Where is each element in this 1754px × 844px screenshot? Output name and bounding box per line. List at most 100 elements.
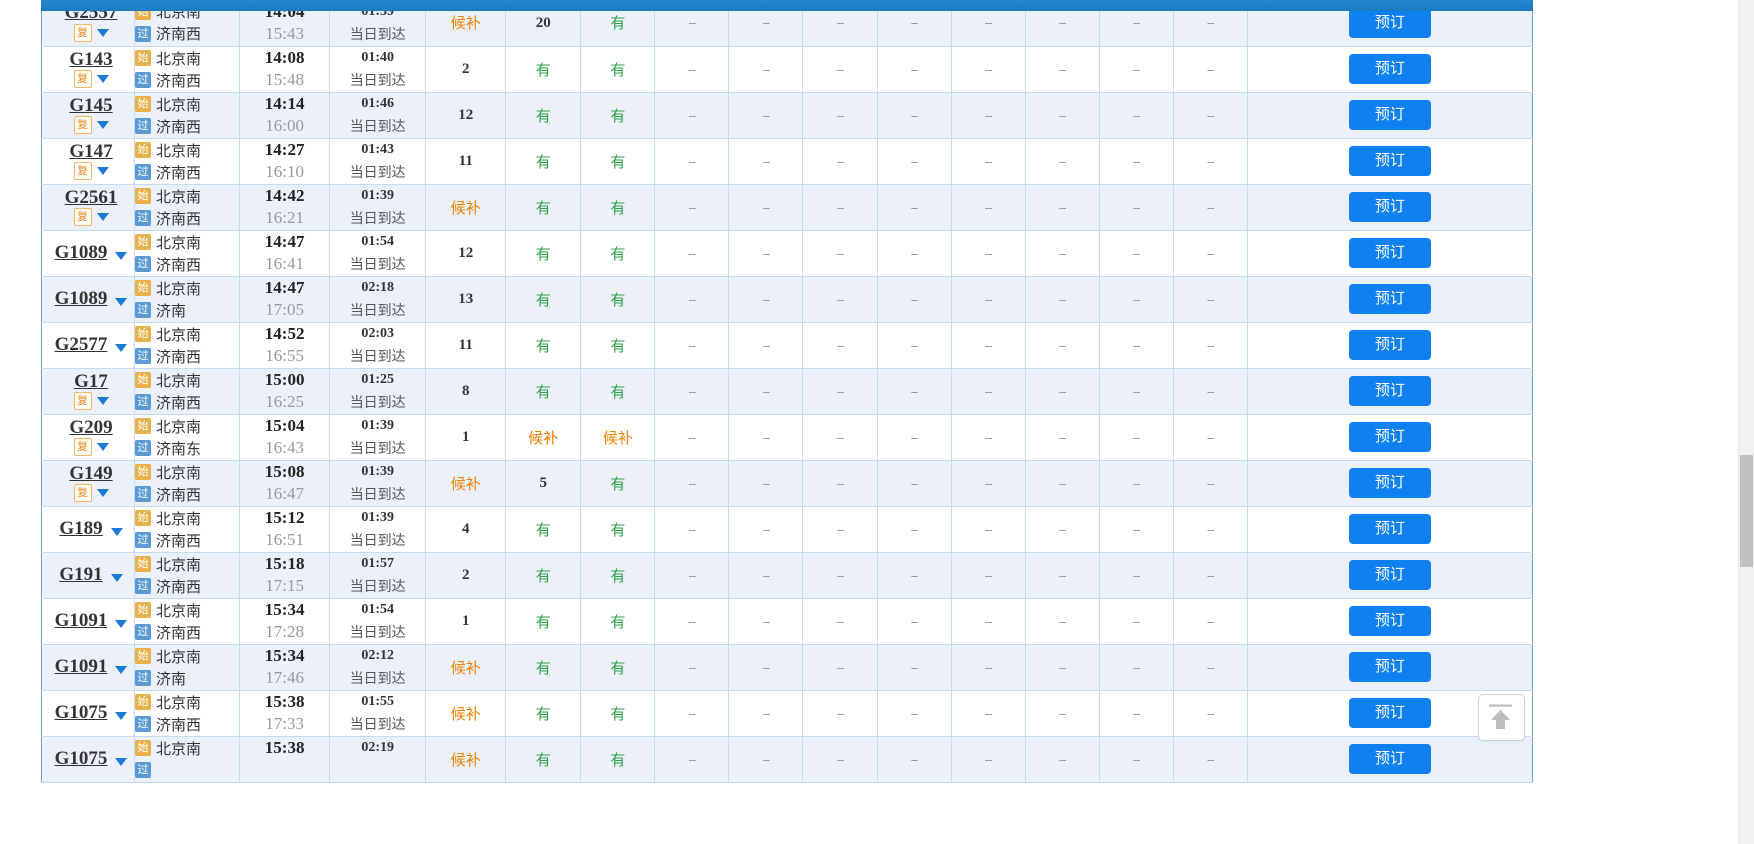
chevron-down-icon[interactable] (115, 758, 128, 766)
arrival-time (240, 759, 329, 781)
chevron-down-icon[interactable] (96, 121, 109, 130)
train-number-link[interactable]: G1089 (55, 243, 108, 263)
train-number-link[interactable]: G1091 (55, 657, 108, 677)
seat-availability-cell: 有 (505, 184, 582, 231)
train-number-link[interactable]: G1075 (55, 703, 108, 723)
seat-availability-value: 候补 (528, 429, 559, 447)
seat-availability-cell: -- (728, 736, 804, 783)
chevron-down-icon[interactable] (96, 75, 109, 84)
round-trip-badge: 复 (73, 484, 92, 503)
book-button[interactable]: 预订 (1348, 514, 1431, 544)
chevron-down-icon[interactable] (96, 29, 109, 38)
book-button[interactable]: 预订 (1348, 284, 1431, 314)
book-button[interactable]: 预订 (1348, 422, 1431, 452)
arrival-day-note (330, 759, 425, 781)
seat-availability-cell: 5 (505, 460, 582, 507)
train-number-link[interactable]: G2561 (65, 187, 118, 208)
duration-cell: 01:39 当日到达 (329, 460, 427, 507)
seat-availability-value: 有 (610, 475, 626, 493)
seat-availability-value: -- (836, 61, 845, 77)
page-scrollbar-track[interactable] (1738, 0, 1754, 844)
chevron-down-icon[interactable] (110, 574, 123, 582)
seat-availability-value: -- (984, 567, 993, 583)
train-number-link[interactable]: G1089 (55, 289, 108, 309)
chevron-down-icon[interactable] (96, 213, 109, 222)
chevron-down-icon[interactable] (115, 344, 128, 352)
seat-availability-value: 有 (535, 291, 551, 309)
train-number-link[interactable]: G17 (74, 371, 108, 392)
book-button[interactable]: 预订 (1348, 376, 1431, 406)
duration-cell: 02:18 当日到达 (329, 276, 427, 323)
chevron-down-icon[interactable] (115, 252, 128, 260)
passing-station-badge-icon: 过 (135, 256, 152, 272)
seat-availability-cell: -- (728, 690, 804, 737)
train-number-cell: G17 复 (41, 368, 136, 415)
seat-availability-cell: -- (728, 506, 804, 553)
seat-availability-value: 8 (461, 383, 470, 399)
book-button[interactable]: 预订 (1348, 100, 1431, 130)
train-number-link[interactable]: G145 (69, 95, 112, 116)
train-number-link[interactable]: G1075 (55, 749, 108, 769)
train-number-link[interactable]: G143 (69, 49, 112, 70)
chevron-down-icon[interactable] (115, 666, 128, 674)
train-number-link[interactable]: G147 (69, 141, 112, 162)
chevron-down-icon[interactable] (96, 167, 109, 176)
seat-availability-value: 有 (610, 107, 626, 125)
train-number-box: G1089 (42, 289, 134, 309)
seat-availability-value: -- (910, 337, 919, 353)
seat-availability-value: 候补 (450, 705, 481, 723)
book-button[interactable]: 预订 (1348, 698, 1431, 728)
chevron-down-icon[interactable] (96, 489, 109, 498)
chevron-down-icon[interactable] (115, 298, 128, 306)
seat-availability-cell: -- (951, 230, 1026, 277)
train-number-link[interactable]: G209 (69, 417, 112, 438)
chevron-down-icon[interactable] (96, 397, 109, 406)
seat-availability-cell: 候补 (580, 414, 656, 461)
train-number-link[interactable]: G2577 (55, 335, 108, 355)
book-button[interactable]: 预订 (1348, 192, 1431, 222)
book-button[interactable]: 预订 (1348, 330, 1431, 360)
book-button[interactable]: 预订 (1348, 744, 1431, 774)
seat-availability-value: -- (688, 337, 697, 353)
round-trip-badge: 复 (73, 116, 92, 135)
seat-availability-cell: -- (1099, 506, 1174, 553)
book-button[interactable]: 预订 (1348, 468, 1431, 498)
train-number-box: G209 复 (42, 417, 134, 457)
page-scrollbar-thumb[interactable] (1740, 455, 1753, 567)
book-button[interactable]: 预订 (1348, 54, 1431, 84)
times-cell: 14:08 15:48 (239, 46, 331, 93)
seat-availability-value: 有 (535, 61, 551, 79)
arrival-station-line: 过济南西 (135, 713, 239, 735)
seat-availability-value: -- (984, 751, 993, 767)
seat-availability-cell: 有 (505, 276, 582, 323)
back-to-top-button[interactable] (1478, 694, 1525, 741)
seat-availability-cell: 8 (425, 368, 507, 415)
train-number-link[interactable]: G191 (59, 565, 102, 585)
chevron-down-icon[interactable] (115, 620, 128, 628)
train-number-link[interactable]: G1091 (55, 611, 108, 631)
seat-availability-value: 有 (610, 61, 626, 79)
chevron-down-icon[interactable] (96, 443, 109, 452)
book-button[interactable]: 预订 (1348, 7, 1431, 38)
stations-cell: 始北京南过济南西 (134, 322, 241, 369)
train-number-link[interactable]: G149 (69, 463, 112, 484)
book-button[interactable]: 预订 (1348, 238, 1431, 268)
departure-time: 14:08 (264, 48, 305, 67)
arrival-station-name: 济南西 (156, 578, 202, 596)
seat-availability-value: -- (688, 751, 697, 767)
arrival-station-line: 过济南 (135, 667, 239, 689)
book-button[interactable]: 预订 (1348, 606, 1431, 636)
chevron-down-icon[interactable] (115, 712, 128, 720)
book-button[interactable]: 预订 (1348, 652, 1431, 682)
train-number-link[interactable]: G189 (59, 519, 102, 539)
seat-availability-value: 1 (461, 429, 470, 445)
book-button[interactable]: 预订 (1348, 146, 1431, 176)
book-button[interactable]: 预订 (1348, 560, 1431, 590)
seat-availability-cell: -- (951, 184, 1026, 231)
trip-duration: 01:55 (361, 694, 395, 709)
seat-availability-cell: 有 (580, 460, 656, 507)
origin-station-badge-icon: 始 (135, 326, 152, 342)
train-number-box: G1075 (42, 749, 134, 769)
chevron-down-icon[interactable] (110, 528, 123, 536)
seat-availability-cell: 有 (505, 46, 582, 93)
